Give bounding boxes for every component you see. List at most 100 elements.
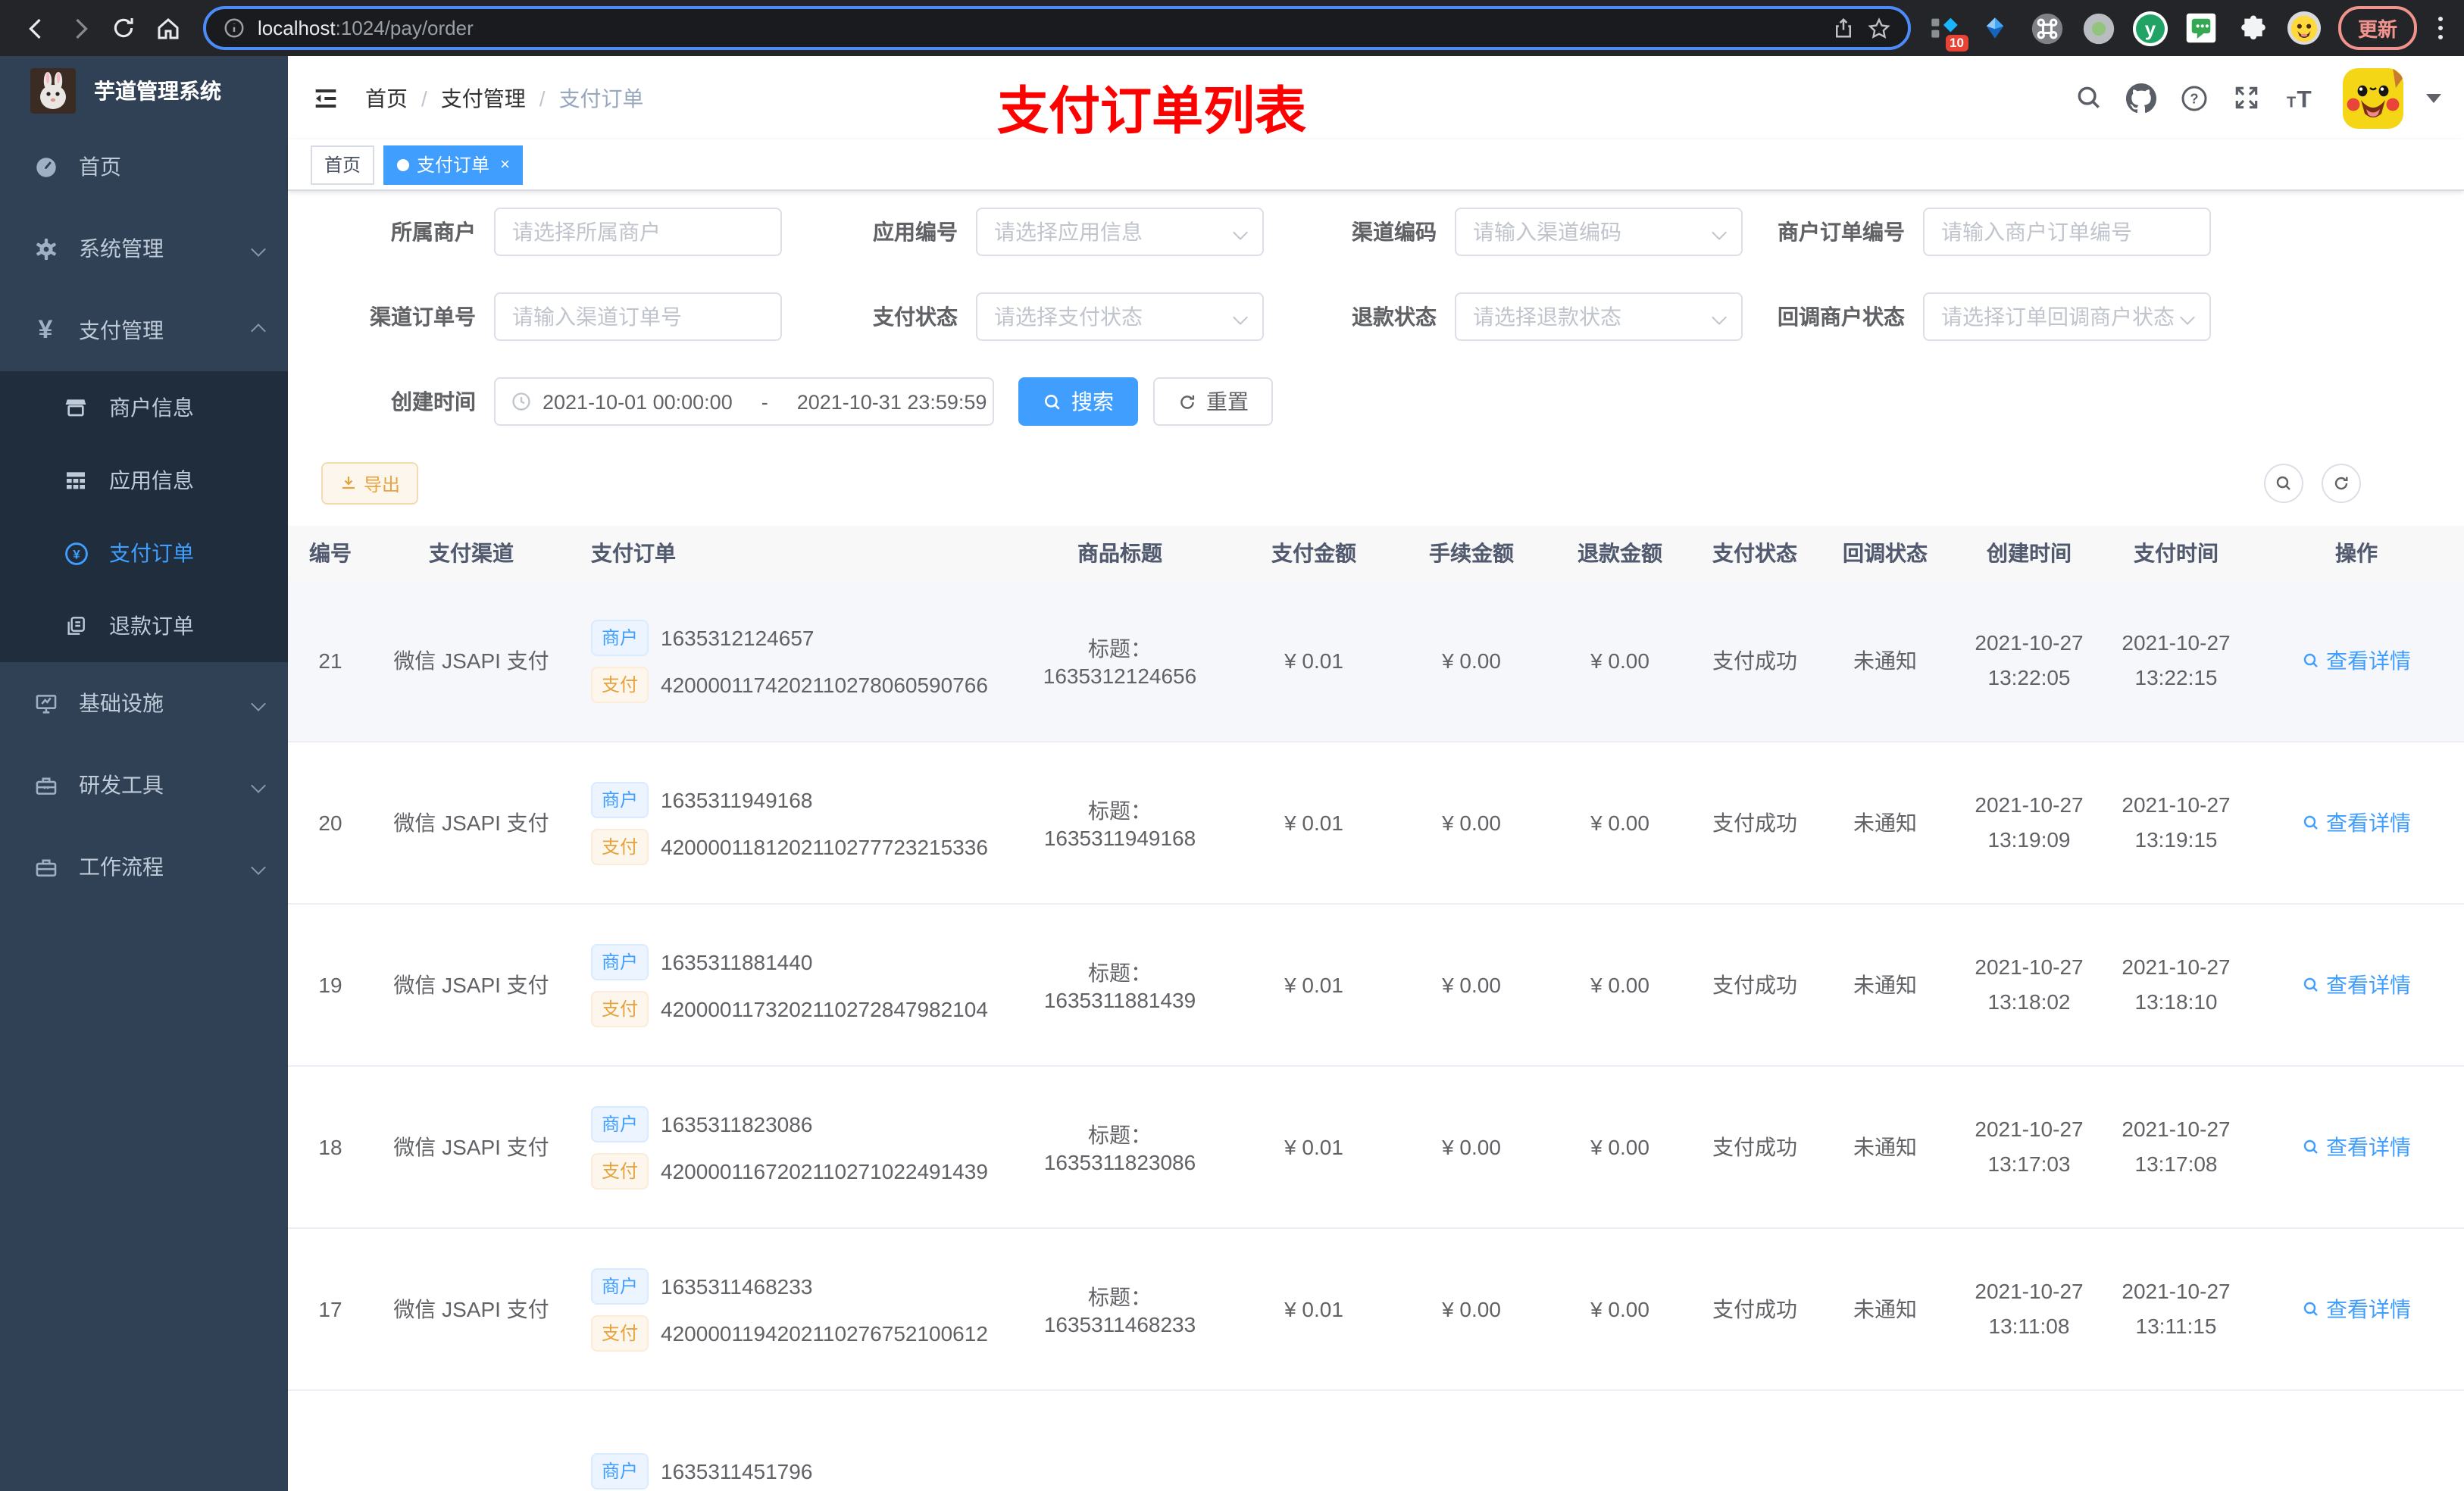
sidebar-item-app-info[interactable]: 应用信息 xyxy=(0,444,288,517)
url-text: localhost:1024/pay/order xyxy=(258,17,474,39)
fullscreen-icon[interactable] xyxy=(2232,83,2261,112)
search-icon xyxy=(2303,653,2318,667)
extension-command-icon[interactable] xyxy=(2029,10,2065,46)
pay-channel: 微信 JSAPI 支付 xyxy=(393,649,549,673)
font-size-icon[interactable]: TT xyxy=(2284,83,2320,113)
extension-recorder-icon[interactable] xyxy=(2081,10,2117,46)
view-detail-link[interactable]: 查看详情 xyxy=(2302,1294,2411,1324)
product-title: 标题：1635311468233 xyxy=(1043,1285,1196,1336)
date-end: 2021-10-31 23:59:59 xyxy=(796,390,987,413)
extension-emoji-icon[interactable] xyxy=(2287,10,2323,46)
table-row: 18 微信 JSAPI 支付 商户 1635311823086 支付 4200001… xyxy=(288,1067,2464,1229)
merchant-order-no: 1635311949168 xyxy=(661,787,813,811)
pay-tag: 支付 xyxy=(591,666,649,702)
toolbox-icon xyxy=(27,772,64,798)
order-id: 17 xyxy=(318,1297,342,1321)
merchant-tag: 商户 xyxy=(591,1105,649,1142)
extension-y-icon[interactable]: y xyxy=(2132,10,2169,46)
toggle-search-button[interactable] xyxy=(2264,464,2303,503)
refund-amount: ¥ 0.00 xyxy=(1590,649,1649,673)
search-icon xyxy=(1045,394,1060,409)
chevron-down-icon xyxy=(2180,309,2195,324)
tags-view-bar: 首页 支付订单 × xyxy=(288,139,2464,191)
merchant-select[interactable]: 请选择所属商户 xyxy=(494,208,782,256)
refund-amount: ¥ 0.00 xyxy=(1590,973,1649,997)
view-detail-link[interactable]: 查看详情 xyxy=(2302,808,2411,838)
url-bar[interactable]: localhost:1024/pay/order xyxy=(203,6,1911,50)
bookmark-star-icon[interactable] xyxy=(1867,16,1891,40)
grid-icon xyxy=(58,468,94,492)
search-icon xyxy=(2276,476,2290,490)
sidebar-item-infrastructure[interactable]: 基础设施 xyxy=(0,662,288,744)
filter-label-pay-status: 支付状态 xyxy=(873,305,958,329)
sidebar-item-label: 基础设施 xyxy=(79,691,164,715)
home-button[interactable] xyxy=(147,8,188,48)
refund-status-select[interactable]: 请选择退款状态 xyxy=(1455,292,1743,341)
refresh-table-button[interactable] xyxy=(2322,464,2361,503)
table-row: 19 微信 JSAPI 支付 商户 1635311881440 支付 4200001… xyxy=(288,905,2464,1067)
sidebar-item-dev-tools[interactable]: 研发工具 xyxy=(0,744,288,826)
breadcrumb-pay-manage[interactable]: 支付管理 xyxy=(441,83,526,113)
sidebar-toggle-icon[interactable] xyxy=(311,83,341,113)
search-button[interactable]: 搜索 xyxy=(1018,377,1138,426)
extension-chat-icon[interactable] xyxy=(2184,10,2220,46)
channel-code-select[interactable]: 请输入渠道编码 xyxy=(1455,208,1743,256)
pay-channel: 微信 JSAPI 支付 xyxy=(393,811,549,835)
sidebar-item-system[interactable]: 系统管理 xyxy=(0,208,288,289)
breadcrumb-home[interactable]: 首页 xyxy=(365,83,408,113)
pay-amount: ¥ 0.01 xyxy=(1284,811,1343,835)
view-detail-link[interactable]: 查看详情 xyxy=(2302,1132,2411,1162)
view-detail-link[interactable]: 查看详情 xyxy=(2302,970,2411,1000)
channel-order-no-input[interactable]: 请输入渠道订单号 xyxy=(494,292,782,341)
download-icon xyxy=(342,477,355,489)
sidebar-item-label: 支付管理 xyxy=(79,318,164,342)
table-header: 编号 支付渠道 支付订单 商品标题 支付金额 手续金额 退款金额 支付状态 回调… xyxy=(288,526,2464,580)
sidebar-item-payment[interactable]: ¥ 支付管理 xyxy=(0,289,288,371)
channel-order-no: 4200001173202110272847982104 xyxy=(661,996,988,1021)
help-icon[interactable]: ? xyxy=(2179,83,2209,113)
table-row: 商户 1635311451796 xyxy=(288,1391,2464,1491)
product-title: 标题：1635311881439 xyxy=(1043,961,1196,1012)
filter-label-refund-status: 退款状态 xyxy=(1352,305,1437,329)
sidebar-item-refund-order[interactable]: 退款订单 xyxy=(0,589,288,662)
user-avatar[interactable] xyxy=(2343,67,2403,128)
reload-button[interactable] xyxy=(103,8,144,48)
chevron-down-icon xyxy=(251,695,266,711)
extension-tasks-icon[interactable]: 10 xyxy=(1926,10,1968,51)
back-button[interactable] xyxy=(15,8,56,48)
view-detail-link[interactable]: 查看详情 xyxy=(2302,645,2411,676)
notify-status: 未通知 xyxy=(1853,1297,1917,1321)
logo-rabbit-image xyxy=(30,68,76,114)
order-id: 21 xyxy=(318,649,342,673)
sidebar-item-home[interactable]: 首页 xyxy=(0,126,288,208)
github-icon[interactable] xyxy=(2126,83,2156,113)
notify-status: 未通知 xyxy=(1853,1135,1917,1159)
sidebar-submenu: 商户信息 应用信息 ¥ 支付订单 退款订单 xyxy=(0,371,288,662)
tag-pay-order[interactable]: 支付订单 × xyxy=(383,145,524,184)
reset-button[interactable]: 重置 xyxy=(1153,377,1273,426)
app-select[interactable]: 请选择应用信息 xyxy=(976,208,1264,256)
caret-down-icon[interactable] xyxy=(2426,93,2441,102)
extension-kite-icon[interactable] xyxy=(1978,10,2014,46)
notify-status-select[interactable]: 请选择订单回调商户状态 xyxy=(1923,292,2211,341)
forward-button[interactable] xyxy=(59,8,100,48)
pay-status-select[interactable]: 请选择支付状态 xyxy=(976,292,1264,341)
document-icon xyxy=(58,614,94,638)
tag-home[interactable]: 首页 xyxy=(311,145,375,184)
share-icon[interactable] xyxy=(1832,17,1855,39)
export-button[interactable]: 导出 xyxy=(321,462,419,505)
sidebar-item-merchant-info[interactable]: 商户信息 xyxy=(0,371,288,444)
sidebar-item-pay-order[interactable]: ¥ 支付订单 xyxy=(0,517,288,589)
search-icon[interactable] xyxy=(2075,83,2103,112)
sidebar-item-workflow[interactable]: 工作流程 xyxy=(0,826,288,908)
create-time-range-input[interactable]: 2021-10-01 00:00:00 - 2021-10-31 23:59:5… xyxy=(494,377,994,426)
site-info-icon[interactable] xyxy=(223,17,245,39)
close-icon[interactable]: × xyxy=(500,155,510,173)
fee-amount: ¥ 0.00 xyxy=(1442,1135,1501,1159)
browser-menu-icon[interactable] xyxy=(2432,17,2449,39)
merchant-order-no-input[interactable]: 请输入商户订单编号 xyxy=(1923,208,2211,256)
pay-order-cell: 商户 1635312124657 支付 4200001174202110278060… xyxy=(570,608,1009,713)
browser-update-button[interactable]: 更新 xyxy=(2337,6,2417,50)
merchant-tag: 商户 xyxy=(591,781,649,817)
extensions-puzzle-icon[interactable] xyxy=(2235,10,2272,46)
